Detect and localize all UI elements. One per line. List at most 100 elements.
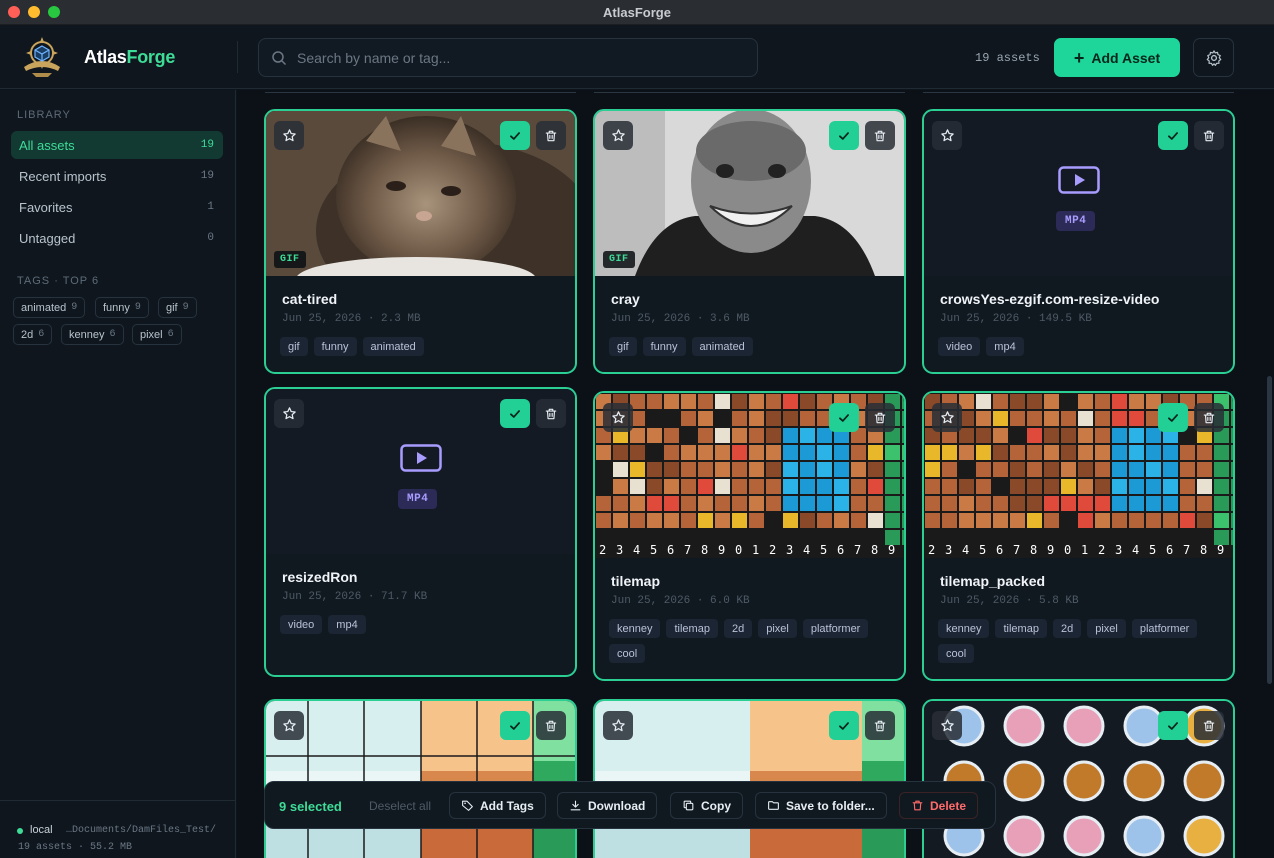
delete-asset-button[interactable]	[1194, 121, 1224, 150]
delete-asset-button[interactable]	[536, 711, 566, 740]
play-video-icon	[1058, 166, 1100, 194]
sidebar-item-recent-imports[interactable]: Recent imports 19	[11, 162, 223, 190]
tag-chip[interactable]: platformer	[802, 619, 869, 638]
favorite-toggle[interactable]	[274, 711, 304, 740]
asset-name: cray	[611, 291, 640, 307]
grid-scrollbar[interactable]	[1267, 376, 1272, 684]
asset-card-cat-tired[interactable]: GIF cat-tired Jun 25, 2026 · 2.3 MB gif …	[264, 109, 577, 374]
sidebar-item-favorites[interactable]: Favorites 1	[11, 193, 223, 221]
copy-button[interactable]: Copy	[670, 792, 743, 819]
favorite-toggle[interactable]	[932, 711, 962, 740]
tag-chip[interactable]: video	[938, 337, 981, 356]
tag-chip[interactable]: tilemap	[995, 619, 1047, 638]
svg-text:8: 8	[1200, 543, 1207, 557]
svg-text:9: 9	[888, 543, 895, 557]
asset-card-characters[interactable]	[922, 699, 1235, 858]
select-checkbox[interactable]	[1158, 711, 1188, 740]
tag-chip[interactable]: kenney	[609, 619, 661, 638]
select-checkbox[interactable]	[829, 403, 859, 432]
asset-card-background-tiles[interactable]	[264, 699, 577, 858]
asset-card-background-packed[interactable]	[593, 699, 906, 858]
delete-selected-button[interactable]: Delete	[899, 792, 979, 819]
delete-asset-button[interactable]	[865, 121, 895, 150]
settings-button[interactable]	[1193, 38, 1234, 77]
svg-text:3: 3	[945, 543, 952, 557]
trash-icon	[874, 412, 886, 423]
tag-chip[interactable]: mp4	[328, 615, 366, 634]
tag-chip[interactable]: animated	[691, 337, 753, 356]
tag-chip[interactable]: cool	[609, 644, 646, 663]
storage-mode: local	[30, 824, 53, 836]
svg-text:3: 3	[1115, 543, 1122, 557]
tag-filter-2d[interactable]: 2d 6	[13, 324, 53, 345]
tag-filter-kenney[interactable]: kenney 6	[61, 324, 124, 345]
sidebar-item-untagged[interactable]: Untagged 0	[11, 224, 223, 252]
sidebar-item-all-assets[interactable]: All assets 19	[11, 131, 223, 159]
tag-filter-funny[interactable]: funny 9	[95, 297, 149, 318]
delete-asset-button[interactable]	[865, 403, 895, 432]
select-checkbox[interactable]	[1158, 121, 1188, 150]
delete-asset-button[interactable]	[865, 711, 895, 740]
favorite-toggle[interactable]	[603, 121, 633, 150]
copy-icon	[683, 800, 694, 811]
svg-text:4: 4	[962, 543, 969, 557]
tag-filter-gif[interactable]: gif 9	[158, 297, 197, 318]
favorite-toggle[interactable]	[932, 403, 962, 432]
search-input[interactable]	[297, 39, 747, 76]
star-icon	[940, 129, 954, 142]
add-tags-button[interactable]: Add Tags	[449, 792, 546, 819]
delete-asset-button[interactable]	[536, 399, 566, 428]
asset-tags: kenney tilemap 2d pixel platformer cool	[609, 619, 899, 663]
delete-asset-button[interactable]	[1194, 403, 1224, 432]
deselect-all-button[interactable]: Deselect all	[369, 799, 431, 813]
svg-text:2: 2	[599, 543, 606, 557]
add-asset-button[interactable]: + Add Asset	[1054, 38, 1180, 77]
favorite-toggle[interactable]	[603, 711, 633, 740]
select-checkbox[interactable]	[500, 399, 530, 428]
status-dot	[17, 828, 23, 834]
tag-chip[interactable]: gif	[280, 337, 308, 356]
check-icon	[839, 413, 849, 422]
select-checkbox[interactable]	[500, 711, 530, 740]
select-checkbox[interactable]	[500, 121, 530, 150]
storage-stats: 19 assets · 55.2 MB	[18, 842, 133, 853]
favorite-toggle[interactable]	[603, 403, 633, 432]
tag-icon	[462, 800, 473, 811]
asset-card-tilemap[interactable]: 2345678901234567890 tilemap Jun 25, 2026…	[593, 391, 906, 681]
select-checkbox[interactable]	[829, 121, 859, 150]
star-icon	[282, 719, 296, 732]
save-to-folder-button[interactable]: Save to folder...	[755, 792, 887, 819]
tag-chip[interactable]: 2d	[723, 619, 753, 638]
tag-chip[interactable]: pixel	[758, 619, 797, 638]
favorite-toggle[interactable]	[932, 121, 962, 150]
asset-card-resizedron[interactable]: MP4 resizedRon Jun 25, 2026 · 71.7 KB vi…	[264, 387, 577, 677]
tag-chip[interactable]: mp4	[986, 337, 1024, 356]
tag-chip[interactable]: platformer	[1131, 619, 1198, 638]
tag-filter-animated[interactable]: animated 9	[13, 297, 86, 318]
tag-chip[interactable]: 2d	[1052, 619, 1082, 638]
asset-tags: video mp4	[280, 615, 570, 634]
favorite-toggle[interactable]	[274, 121, 304, 150]
tag-chip[interactable]: tilemap	[666, 619, 718, 638]
asset-card-crowsyes[interactable]: MP4 crowsYes-ezgif.com-resize-video Jun …	[922, 109, 1235, 374]
delete-asset-button[interactable]	[536, 121, 566, 150]
tag-chip[interactable]: animated	[362, 337, 424, 356]
tag-chip[interactable]: pixel	[1087, 619, 1126, 638]
tag-chip[interactable]: funny	[313, 337, 357, 356]
select-checkbox[interactable]	[829, 711, 859, 740]
folder-icon	[768, 801, 779, 810]
asset-card-cray[interactable]: GIF cray Jun 25, 2026 · 3.6 MB gif funny…	[593, 109, 906, 374]
tag-chip[interactable]: funny	[642, 337, 686, 356]
download-button[interactable]: Download	[557, 792, 658, 819]
selected-count: 9 selected	[279, 799, 342, 814]
tag-chip[interactable]: kenney	[938, 619, 990, 638]
tag-filter-pixel[interactable]: pixel 6	[132, 324, 182, 345]
delete-asset-button[interactable]	[1194, 711, 1224, 740]
svg-text:2: 2	[769, 543, 776, 557]
tag-chip[interactable]: cool	[938, 644, 975, 663]
tag-chip[interactable]: gif	[609, 337, 637, 356]
select-checkbox[interactable]	[1158, 403, 1188, 432]
asset-card-tilemap-packed[interactable]: 2345678901234567890 tilemap_packed Jun 2…	[922, 391, 1235, 681]
favorite-toggle[interactable]	[274, 399, 304, 428]
tag-chip[interactable]: video	[280, 615, 323, 634]
